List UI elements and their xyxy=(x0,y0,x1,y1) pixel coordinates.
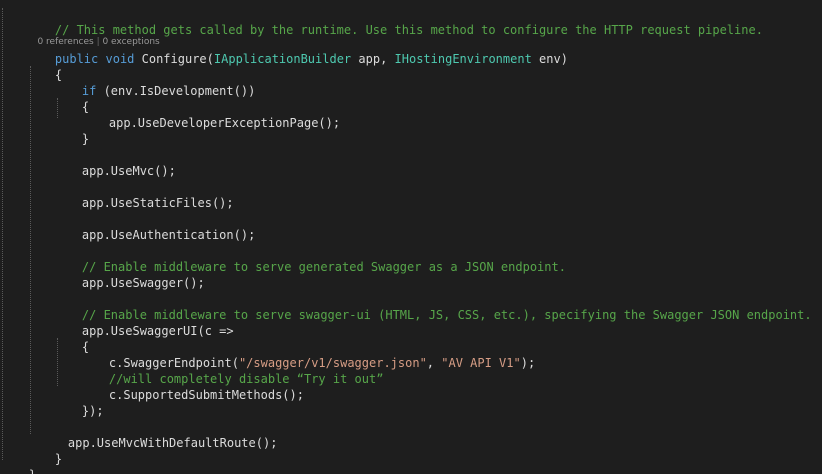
code-line-use-authentication: app.UseAuthentication(); xyxy=(53,211,255,242)
statement-use-developer-exception-page: app.UseDeveloperExceptionPage(); xyxy=(108,116,341,130)
code-editor[interactable]: // This method gets called by the runtim… xyxy=(0,0,822,474)
code-line-method-signature: public void Configure(IApplicationBuilde… xyxy=(26,35,568,66)
code-line-use-static-files: app.UseStaticFiles(); xyxy=(53,179,234,210)
method-brace-close: } xyxy=(54,452,63,466)
param-app: app, xyxy=(351,52,395,66)
swagger-endpoint-comma: , xyxy=(426,356,442,370)
code-line-comment-swagger-ui: // Enable middleware to serve swagger-ui… xyxy=(53,291,812,322)
code-line-if: if (env.IsDevelopment()) xyxy=(53,67,255,98)
code-line-dev-exception-page: app.UseDeveloperExceptionPage(); xyxy=(80,99,340,130)
type-ihostingenvironment: IHostingEnvironment xyxy=(394,52,532,66)
param-env: env) xyxy=(531,52,568,66)
statement-use-authentication: app.UseAuthentication(); xyxy=(81,228,256,242)
code-line-supported-submit-methods: c.SupportedSubmitMethods(); xyxy=(80,371,304,402)
if-condition: (env.IsDevelopment()) xyxy=(96,84,256,98)
statement-use-mvc-default-route: app.UseMvcWithDefaultRoute(); xyxy=(67,436,278,450)
code-line-if-brace-close: } xyxy=(53,115,89,146)
code-line-class-brace-close: } xyxy=(0,451,36,474)
code-line-comment-swagger: // Enable middleware to serve generated … xyxy=(53,243,566,274)
code-line-use-mvc: app.UseMvc(); xyxy=(53,147,176,178)
statement-use-swagger-ui: app.UseSwaggerUI(c => xyxy=(81,324,234,338)
code-line-use-swagger-ui: app.UseSwaggerUI(c => xyxy=(53,307,234,338)
keyword-void: void xyxy=(105,52,135,66)
swagger-endpoint-end: ); xyxy=(520,356,536,370)
code-line-use-mvc-default-route: app.UseMvcWithDefaultRoute(); xyxy=(39,419,278,450)
statement-use-swagger: app.UseSwagger(); xyxy=(81,276,205,290)
code-line-swagger-endpoint: c.SwaggerEndpoint("/swagger/v1/swagger.j… xyxy=(80,339,535,370)
statement-supported-submit-methods: c.SupportedSubmitMethods(); xyxy=(108,388,304,402)
statement-use-mvc: app.UseMvc(); xyxy=(81,164,176,178)
code-line-brace-open: { xyxy=(26,51,62,82)
lambda-close: }); xyxy=(81,404,104,418)
if-brace-close: } xyxy=(81,132,90,146)
code-line-lambda-close: }); xyxy=(53,387,104,418)
string-api-name: "AV API V1" xyxy=(441,356,521,370)
code-line-comment: // This method gets called by the runtim… xyxy=(26,6,763,37)
statement-use-static-files: app.UseStaticFiles(); xyxy=(81,196,234,210)
code-line-method-brace-close: } xyxy=(26,435,62,466)
method-name: Configure( xyxy=(134,52,214,66)
code-line-comment-disable: //will completely disable “Try it out” xyxy=(80,355,384,386)
class-brace-close: } xyxy=(29,468,36,474)
code-line-lambda-brace-open: { xyxy=(53,323,89,354)
code-line-if-brace-open: { xyxy=(53,83,89,114)
type-iapplicationbuilder: IApplicationBuilder xyxy=(213,52,352,66)
indent-guide xyxy=(30,66,31,434)
code-line-use-swagger: app.UseSwagger(); xyxy=(53,259,205,290)
indent-guide xyxy=(2,8,3,460)
